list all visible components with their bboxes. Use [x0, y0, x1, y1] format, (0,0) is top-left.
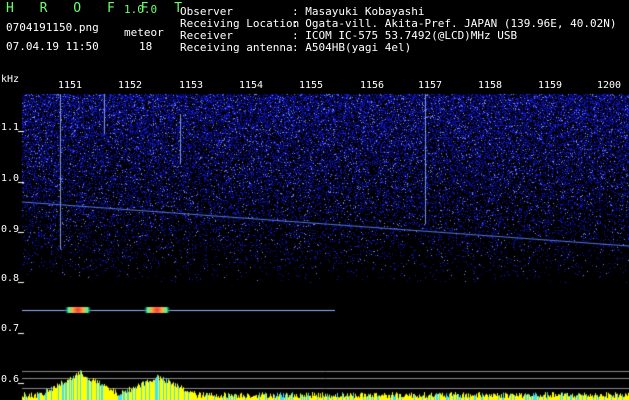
x-tick-1200: 1200 [597, 80, 622, 91]
meteor-count: 18 [139, 40, 153, 53]
app-version: 1.0.0 [124, 3, 158, 16]
y-tick-0-7: 0.7 [1, 323, 20, 334]
filename-label: 0704191150.png [6, 21, 99, 34]
app-title: H R O F F T [6, 1, 192, 16]
datetime-label: 07.04.19 11:50 [6, 40, 99, 53]
header-panel: H R O F F T 1.0.0 0704191150.png meteor … [0, 0, 629, 74]
x-tick-1152: 1152 [118, 80, 143, 91]
antenna-label: Receiving antenna [180, 41, 293, 54]
y-tick-1-1: 1.1 [1, 122, 20, 133]
y-tick-0-8: 0.8 [1, 273, 20, 284]
x-tick-1155: 1155 [299, 80, 324, 91]
y-tick-0-9: 0.9 [1, 224, 20, 235]
y-axis-unit: kHz [1, 74, 20, 85]
x-tick-1151: 1151 [58, 80, 83, 91]
spectrogram-canvas [0, 74, 629, 400]
x-tick-1159: 1159 [538, 80, 563, 91]
y-tick-0-6: 0.6 [1, 374, 20, 385]
x-tick-1156: 1156 [360, 80, 385, 91]
y-tick-1-0: 1.0 [1, 173, 20, 184]
x-tick-1158: 1158 [478, 80, 503, 91]
x-tick-1153: 1153 [179, 80, 204, 91]
x-tick-1157: 1157 [418, 80, 443, 91]
x-tick-1154: 1154 [239, 80, 264, 91]
antenna-value: : A504HB(yagi 4el) [292, 41, 412, 54]
meteor-label: meteor [124, 26, 164, 39]
